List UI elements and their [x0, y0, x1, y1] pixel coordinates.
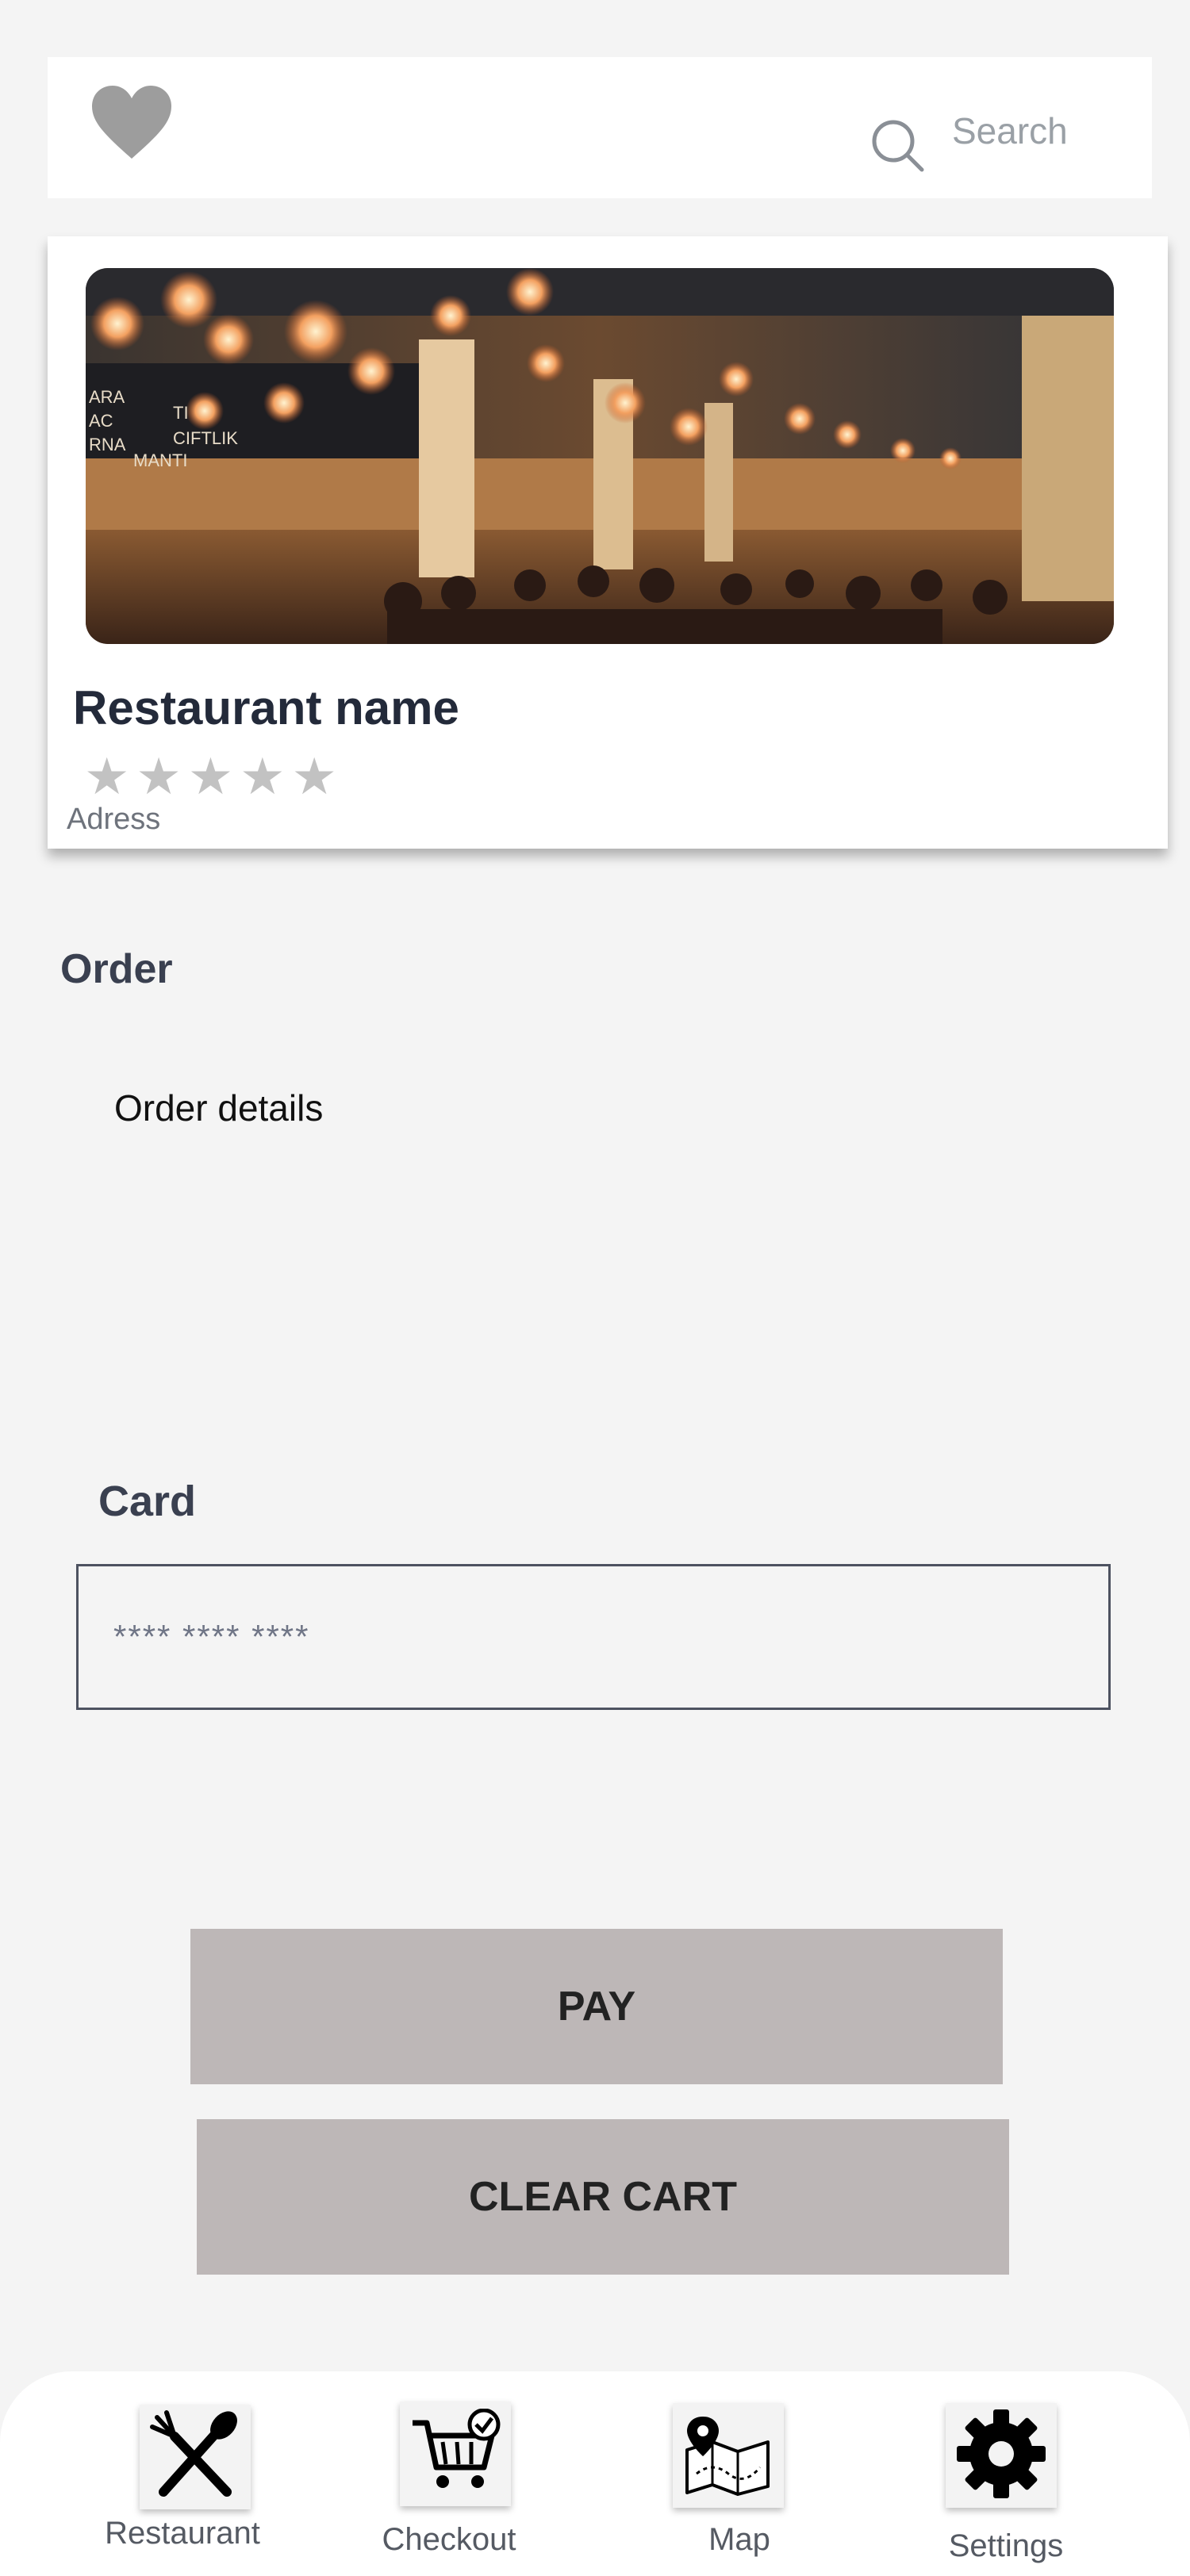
star-icon[interactable]: ★: [136, 749, 181, 804]
star-icon[interactable]: ★: [84, 749, 129, 804]
nav-restaurant[interactable]: [140, 2405, 251, 2509]
svg-text:MANTI: MANTI: [133, 450, 187, 470]
restaurant-address: Adress: [67, 803, 161, 836]
bottom-nav: Restaurant Checkout Map Settings: [0, 2371, 1190, 2576]
heart-icon[interactable]: [89, 82, 175, 162]
restaurant-photo: ARA TI AC CIFTLIK RNA MANTI: [86, 268, 1114, 644]
nav-label-map[interactable]: Map: [708, 2522, 770, 2558]
map-pin-icon: [681, 2410, 776, 2501]
star-icon[interactable]: ★: [240, 749, 285, 804]
pay-button[interactable]: PAY: [190, 1929, 1003, 2084]
svg-text:TI: TI: [173, 403, 189, 423]
restaurant-name: Restaurant name: [73, 681, 459, 734]
nav-label-restaurant[interactable]: Restaurant: [105, 2516, 260, 2551]
svg-text:CIFTLIK: CIFTLIK: [173, 428, 238, 448]
fork-knife-icon: [148, 2408, 243, 2507]
clear-cart-button[interactable]: CLEAR CART: [197, 2119, 1009, 2275]
svg-text:ARA: ARA: [89, 387, 125, 407]
gear-icon: [954, 2406, 1049, 2505]
svg-text:AC: AC: [89, 411, 113, 431]
svg-text:RNA: RNA: [89, 435, 126, 454]
nav-settings[interactable]: [946, 2403, 1057, 2508]
order-heading: Order: [60, 946, 173, 992]
cart-check-icon: [408, 2408, 503, 2500]
nav-label-settings[interactable]: Settings: [949, 2528, 1064, 2564]
search-icon[interactable]: [869, 117, 927, 174]
nav-label-checkout[interactable]: Checkout: [382, 2522, 516, 2558]
search-input[interactable]: [952, 103, 1127, 159]
nav-map[interactable]: [673, 2403, 784, 2508]
star-icon[interactable]: ★: [292, 749, 337, 804]
star-icon[interactable]: ★: [188, 749, 233, 804]
nav-checkout[interactable]: [400, 2402, 511, 2506]
card-heading: Card: [98, 1478, 197, 1525]
card-number-input[interactable]: [76, 1564, 1111, 1710]
order-details: Order details: [114, 1087, 324, 1129]
rating-stars[interactable]: ★ ★ ★ ★ ★: [84, 749, 337, 804]
